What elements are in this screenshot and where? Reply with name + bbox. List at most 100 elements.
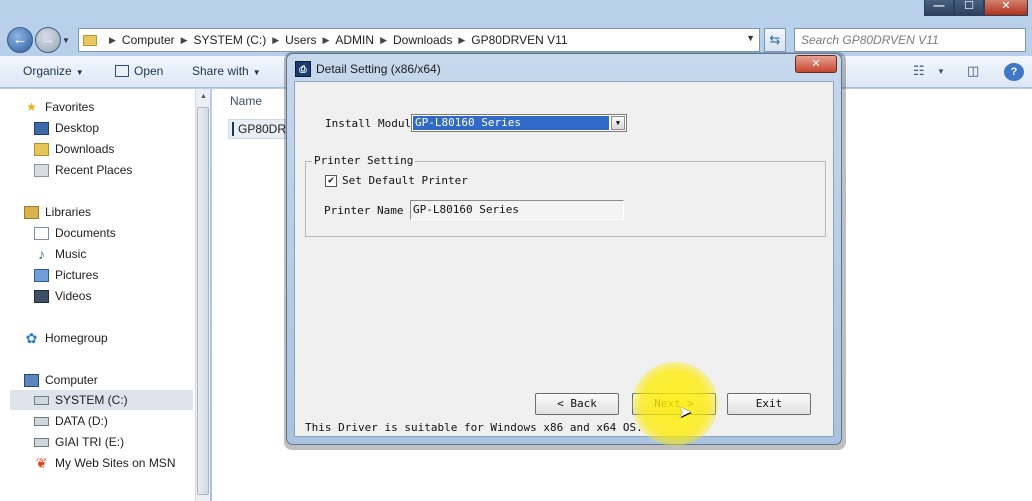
- organize-menu[interactable]: Organize ▼: [23, 64, 84, 78]
- nav-label: Pictures: [55, 268, 99, 282]
- open-label: Open: [134, 64, 164, 78]
- homegroup-icon: ✿: [25, 329, 38, 346]
- crumb-separator-icon[interactable]: ▶: [380, 35, 387, 46]
- nav-scrollbar[interactable]: ▲: [195, 89, 210, 501]
- back-button[interactable]: ←: [7, 27, 33, 53]
- nav-music[interactable]: ♪ Music: [34, 244, 86, 264]
- search-input[interactable]: Search GP80DRVEN V11: [794, 28, 1026, 52]
- printer-name-field[interactable]: GP-L80160 Series: [410, 200, 624, 220]
- dialog-close-button[interactable]: ✕: [795, 55, 837, 73]
- crumb-separator-icon[interactable]: ▶: [181, 35, 188, 46]
- share-with-label: Share with: [192, 64, 249, 78]
- preview-pane-icon[interactable]: ◫: [967, 63, 979, 79]
- view-dropdown-icon[interactable]: ▼: [937, 67, 945, 76]
- crumb-separator-icon[interactable]: ▶: [272, 35, 279, 46]
- minimize-button[interactable]: —: [924, 0, 954, 16]
- set-default-printer-label[interactable]: Set Default Printer: [342, 174, 468, 187]
- install-module-select[interactable]: GP-L80160 Series ▼: [411, 114, 627, 132]
- nav-label: Computer: [45, 373, 98, 387]
- crumb-separator-icon[interactable]: ▶: [322, 35, 329, 46]
- refresh-icon: ⇆: [769, 32, 781, 47]
- scroll-up-icon[interactable]: ▲: [196, 89, 211, 104]
- nav-label: Recent Places: [55, 163, 133, 177]
- breadcrumb-downloads[interactable]: Downloads: [393, 33, 452, 47]
- recent-places-icon: [34, 163, 49, 177]
- nav-label: Desktop: [55, 121, 100, 135]
- file-name: GP80DRVEN V11: [238, 122, 289, 136]
- breadcrumb-gp80drven[interactable]: GP80DRVEN V11: [471, 33, 567, 47]
- file-row[interactable]: GP80DRVEN V11: [228, 119, 290, 139]
- nav-documents[interactable]: Documents: [34, 223, 116, 243]
- nav-label: Favorites: [45, 100, 95, 114]
- nav-msn[interactable]: ❦ My Web Sites on MSN: [34, 453, 176, 473]
- documents-icon: [34, 226, 49, 240]
- nav-desktop[interactable]: Desktop: [34, 118, 99, 138]
- chevron-down-icon[interactable]: ▼: [611, 116, 625, 130]
- help-icon[interactable]: ?: [1004, 63, 1024, 81]
- set-default-printer-checkbox[interactable]: ✔: [325, 175, 337, 187]
- scroll-thumb[interactable]: [197, 107, 209, 495]
- printer-setting-group: Printer Setting ✔ Set Default Printer Pr…: [305, 154, 826, 237]
- nav-homegroup[interactable]: ✿ Homegroup: [24, 328, 108, 348]
- next-button[interactable]: Next >: [632, 393, 716, 415]
- printer-name-label: Printer Name: [324, 204, 404, 217]
- nav-label: Music: [55, 247, 87, 261]
- nav-recent-places[interactable]: Recent Places: [34, 160, 132, 180]
- nav-pictures[interactable]: Pictures: [34, 265, 98, 285]
- nav-label: Videos: [55, 289, 92, 303]
- breadcrumb-users[interactable]: Users: [285, 33, 316, 47]
- videos-icon: [34, 289, 49, 303]
- nav-giai-tri-e[interactable]: GIAI TRI (E:): [34, 432, 124, 452]
- printer-setting-legend: Printer Setting: [312, 154, 416, 167]
- drive-icon: [34, 395, 49, 405]
- address-dropdown-icon[interactable]: ▼: [746, 33, 755, 43]
- history-dropdown-icon[interactable]: ▼: [62, 36, 70, 45]
- nav-favorites[interactable]: ★ Favorites: [24, 97, 94, 117]
- nav-label: Downloads: [55, 142, 115, 156]
- crumb-separator-icon[interactable]: ▶: [458, 35, 465, 46]
- folder-icon: [83, 34, 97, 46]
- detail-setting-dialog: ⎙ Detail Setting (x86/x64) ✕ Install Mod…: [286, 53, 842, 445]
- nav-downloads[interactable]: Downloads: [34, 139, 114, 159]
- breadcrumb-computer[interactable]: Computer: [122, 33, 175, 47]
- open-icon: [115, 65, 129, 77]
- nav-system-c[interactable]: SYSTEM (C:): [10, 390, 193, 410]
- nav-libraries[interactable]: Libraries: [24, 202, 91, 222]
- driver-info-text: This Driver is suitable for Windows x86 …: [305, 421, 643, 434]
- title-bar: — ☐ ✕: [0, 0, 1032, 24]
- nav-label: Documents: [55, 226, 116, 240]
- drive-icon: [34, 437, 49, 447]
- organize-label: Organize: [23, 64, 72, 78]
- explorer-window: — ☐ ✕ ← → ▼ ▶ Computer ▶ SYSTEM (C:) ▶ U…: [0, 0, 1032, 501]
- address-bar[interactable]: ▶ Computer ▶ SYSTEM (C:) ▶ Users ▶ ADMIN…: [78, 28, 760, 52]
- breadcrumb-admin[interactable]: ADMIN: [335, 33, 374, 47]
- star-icon: ★: [26, 99, 37, 114]
- nav-videos[interactable]: Videos: [34, 286, 91, 306]
- window-controls: — ☐ ✕: [924, 0, 1028, 16]
- nav-label: SYSTEM (C:): [55, 393, 128, 407]
- nav-computer[interactable]: Computer: [24, 370, 98, 390]
- refresh-button[interactable]: ⇆: [764, 28, 786, 52]
- chevron-down-icon: ▼: [75, 68, 84, 77]
- maximize-button[interactable]: ☐: [954, 0, 984, 16]
- downloads-folder-icon: [34, 142, 49, 156]
- printer-app-icon: ⎙: [295, 61, 311, 77]
- dialog-title-bar[interactable]: ⎙ Detail Setting (x86/x64): [295, 60, 441, 78]
- forward-arrow-icon: →: [40, 31, 56, 48]
- column-header-name[interactable]: Name: [230, 94, 262, 108]
- open-button[interactable]: Open: [115, 64, 163, 78]
- crumb-separator-icon[interactable]: ▶: [109, 35, 116, 46]
- nav-label: Homegroup: [45, 331, 108, 345]
- nav-label: Libraries: [45, 205, 92, 219]
- nav-data-d[interactable]: DATA (D:): [34, 411, 108, 431]
- exit-button[interactable]: Exit: [727, 393, 811, 415]
- music-note-icon: ♪: [38, 245, 45, 262]
- share-with-menu[interactable]: Share with ▼: [192, 64, 261, 78]
- forward-button[interactable]: →: [35, 27, 61, 53]
- back-button[interactable]: < Back: [535, 393, 619, 415]
- nav-label: My Web Sites on MSN: [55, 456, 176, 470]
- install-module-label: Install Module: [325, 117, 418, 130]
- close-button[interactable]: ✕: [984, 0, 1028, 16]
- view-options-icon[interactable]: ☷: [913, 63, 925, 79]
- breadcrumb-system-c[interactable]: SYSTEM (C:): [194, 33, 267, 47]
